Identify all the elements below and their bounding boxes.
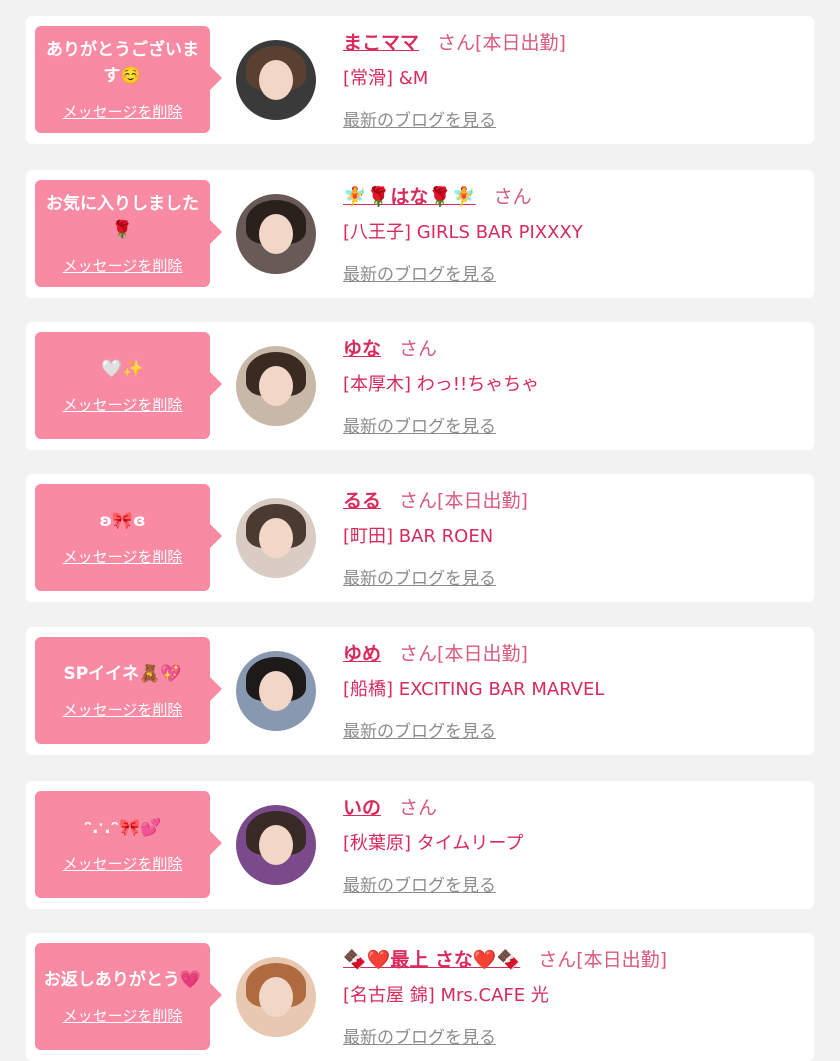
- avatar[interactable]: [236, 651, 316, 731]
- delete-message-link[interactable]: メッセージを削除: [63, 394, 183, 415]
- latest-blog-link[interactable]: 最新のブログを見る: [343, 412, 496, 437]
- working-today-badge: [本日出勤]: [437, 643, 528, 665]
- honorific: さん: [399, 643, 438, 665]
- honorific: さん: [538, 949, 577, 971]
- message-bubble: お気に入りしました🌹 メッセージを削除: [35, 180, 222, 287]
- avatar[interactable]: [236, 346, 316, 426]
- shop-label: [八王子] GIRLS BAR PIXXXY: [343, 222, 583, 243]
- latest-blog-link[interactable]: 最新のブログを見る: [343, 564, 496, 589]
- delete-message-link[interactable]: メッセージを削除: [63, 101, 183, 122]
- latest-blog-link[interactable]: 最新のブログを見る: [343, 260, 496, 285]
- shop-label: [常滑] &M: [343, 68, 429, 89]
- delete-message-link[interactable]: メッセージを削除: [63, 255, 183, 276]
- latest-blog-link[interactable]: 最新のブログを見る: [343, 106, 496, 131]
- cast-name-link[interactable]: ゆめ: [343, 639, 381, 666]
- shop-label: [秋葉原] タイムリープ: [343, 833, 524, 854]
- working-today-badge: [本日出勤]: [475, 32, 566, 54]
- list-item: お気に入りしました🌹 メッセージを削除 🧚🌹はな🌹🧚 さん [八王子] GIRL…: [26, 170, 814, 298]
- cast-name-link[interactable]: ゆな: [343, 334, 381, 361]
- shop-label: [本厚木] わっ!!ちゃちゃ: [343, 374, 540, 395]
- delete-message-link[interactable]: メッセージを削除: [63, 546, 183, 567]
- avatar[interactable]: [236, 194, 316, 274]
- message-text: お気に入りしました🌹: [46, 194, 199, 240]
- avatar[interactable]: [236, 805, 316, 885]
- list-item: ᵔ.ˑ.ᵔ🎀💕 メッセージを削除 いの さん [秋葉原] タイムリープ 最新のブ…: [26, 781, 814, 909]
- delete-message-link[interactable]: メッセージを削除: [63, 1005, 183, 1026]
- message-text: 🤍✨: [101, 359, 144, 379]
- message-bubble: ᵔ.ˑ.ᵔ🎀💕 メッセージを削除: [35, 791, 222, 898]
- avatar[interactable]: [236, 40, 316, 120]
- message-bubble: SPイイネ🧸💖 メッセージを削除: [35, 637, 222, 744]
- latest-blog-link[interactable]: 最新のブログを見る: [343, 717, 496, 742]
- message-text: お返しありがとう💗: [43, 970, 202, 990]
- message-text: ありがとうございます☺️: [46, 40, 199, 86]
- honorific: さん: [437, 32, 476, 54]
- cast-name-link[interactable]: 🧚🌹はな🌹🧚: [343, 182, 476, 209]
- avatar[interactable]: [236, 498, 316, 578]
- message-bubble: ありがとうございます☺️ メッセージを削除: [35, 26, 222, 133]
- shop-label: [船橋] EXCITING BAR MARVEL: [343, 679, 605, 700]
- list-item: ʚ🎀ɞ メッセージを削除 るる さん [本日出勤] [町田] BAR ROEN …: [26, 474, 814, 602]
- latest-blog-link[interactable]: 最新のブログを見る: [343, 1023, 496, 1048]
- honorific: さん: [493, 186, 532, 208]
- shop-label: [町田] BAR ROEN: [343, 526, 494, 547]
- cast-name-link[interactable]: 🍫❤️最上 さな❤️🍫: [343, 945, 520, 972]
- working-today-badge: [本日出勤]: [437, 490, 528, 512]
- list-item: お返しありがとう💗 メッセージを削除 🍫❤️最上 さな❤️🍫 さん [本日出勤]…: [26, 933, 814, 1061]
- message-bubble: ʚ🎀ɞ メッセージを削除: [35, 484, 222, 591]
- cast-name-link[interactable]: るる: [343, 486, 381, 513]
- message-bubble: お返しありがとう💗 メッセージを削除: [35, 943, 222, 1050]
- list-item: ありがとうございます☺️ メッセージを削除 まこママ さん [本日出勤] [常滑…: [26, 16, 814, 144]
- list-item: SPイイネ🧸💖 メッセージを削除 ゆめ さん [本日出勤] [船橋] EXCIT…: [26, 627, 814, 755]
- honorific: さん: [399, 490, 438, 512]
- shop-label: [名古屋 錦] Mrs.CAFE 光: [343, 985, 549, 1006]
- avatar[interactable]: [236, 957, 316, 1037]
- working-today-badge: [本日出勤]: [576, 949, 668, 971]
- honorific: さん: [399, 338, 438, 360]
- delete-message-link[interactable]: メッセージを削除: [63, 699, 183, 720]
- latest-blog-link[interactable]: 最新のブログを見る: [343, 871, 496, 896]
- message-bubble: 🤍✨ メッセージを削除: [35, 332, 222, 439]
- cast-name-link[interactable]: まこママ: [343, 28, 419, 55]
- message-text: ᵔ.ˑ.ᵔ🎀💕: [83, 818, 162, 838]
- list-item: 🤍✨ メッセージを削除 ゆな さん [本厚木] わっ!!ちゃちゃ 最新のブログを…: [26, 322, 814, 450]
- message-text: SPイイネ🧸💖: [63, 664, 182, 684]
- message-text: ʚ🎀ɞ: [99, 511, 146, 531]
- cast-name-link[interactable]: いの: [343, 793, 381, 820]
- honorific: さん: [399, 797, 438, 819]
- delete-message-link[interactable]: メッセージを削除: [63, 853, 183, 874]
